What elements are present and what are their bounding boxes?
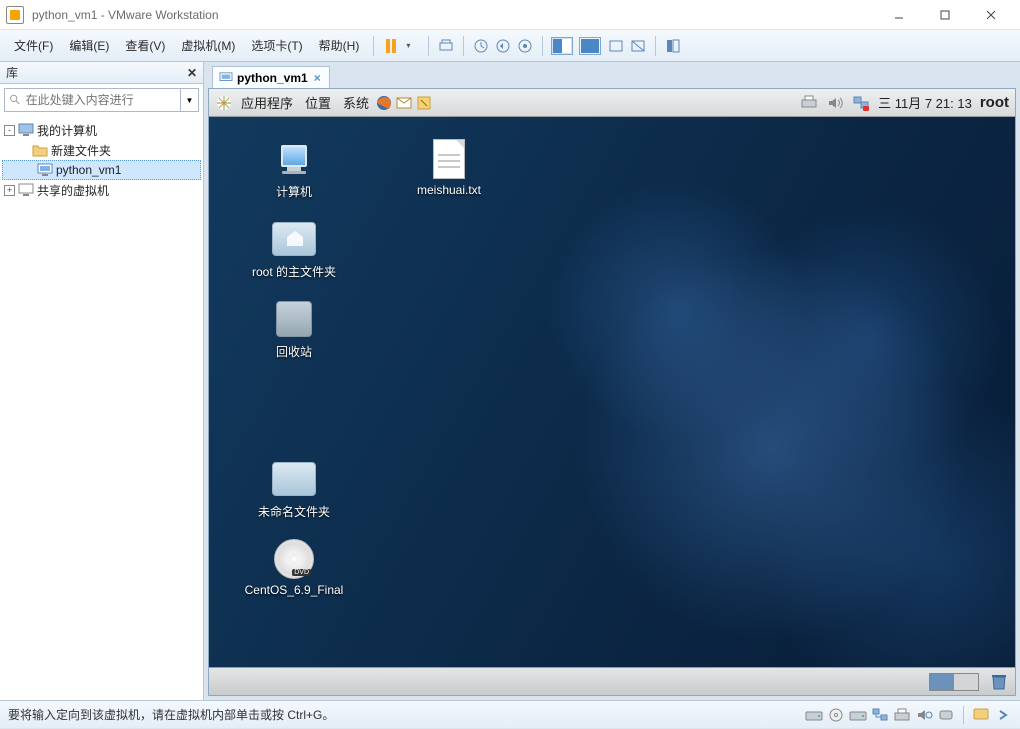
desktop-icon-home[interactable]: root 的主文件夹 [249, 217, 339, 280]
desktop-icon-computer[interactable]: 计算机 [249, 137, 339, 200]
window-minimize-button[interactable] [876, 0, 922, 30]
snapshot-manager-icon[interactable] [516, 37, 534, 55]
firefox-icon[interactable] [375, 94, 393, 112]
tree-collapse-icon[interactable]: - [4, 125, 15, 136]
volume-icon[interactable] [826, 94, 844, 112]
view-unity-icon[interactable] [607, 37, 625, 55]
view-stretch-icon[interactable] [629, 37, 647, 55]
status-bar: 要将输入定向到该虚拟机，请在虚拟机内部单击或按 Ctrl+G。 [0, 700, 1020, 728]
tree-shared-vms[interactable]: + 共享的虚拟机 [2, 180, 201, 200]
view-console-button[interactable] [551, 37, 573, 55]
vm-icon [37, 163, 53, 177]
desktop-icon-unnamed-folder[interactable]: 未命名文件夹 [249, 457, 339, 520]
computer-icon [18, 123, 34, 137]
tab-label: python_vm1 [237, 71, 308, 85]
guest-user-menu[interactable]: root [980, 94, 1009, 111]
vm-icon [219, 72, 233, 84]
guest-menu-applications[interactable]: 应用程序 [235, 93, 299, 112]
view-fullscreen-button[interactable] [579, 37, 601, 55]
panel-trash-icon[interactable] [989, 673, 1009, 691]
library-close-button[interactable]: ✕ [187, 66, 197, 80]
status-cd-icon[interactable] [827, 707, 845, 723]
library-panel: 库 ✕ ▼ - 我的计算机 新建文件夹 python_vm1 [0, 62, 204, 700]
shared-icon [18, 183, 34, 197]
guest-clock[interactable]: 三 11月 7 21: 13 [878, 93, 972, 112]
workspace-switcher[interactable] [929, 673, 979, 691]
library-search-dropdown[interactable]: ▼ [181, 88, 199, 112]
vm-tab-python-vm1[interactable]: python_vm1 × [212, 66, 330, 88]
menu-view[interactable]: 查看(V) [119, 35, 171, 56]
library-tree: - 我的计算机 新建文件夹 python_vm1 + 共享的虚拟机 [0, 116, 203, 204]
icon-label: 未命名文件夹 [249, 503, 339, 520]
tree-my-computer[interactable]: - 我的计算机 [2, 120, 201, 140]
tree-label: 共享的虚拟机 [37, 182, 109, 199]
folder-icon [32, 143, 48, 157]
snapshot-revert-icon[interactable] [494, 37, 512, 55]
send-ctrl-alt-del-icon[interactable] [437, 37, 455, 55]
centos-logo-icon [215, 94, 233, 112]
network-error-icon[interactable] [852, 94, 870, 112]
status-hdd-icon[interactable] [805, 707, 823, 723]
icon-label: CentOS_6.9_Final [239, 583, 349, 597]
menu-file[interactable]: 文件(F) [8, 35, 59, 56]
window-maximize-button[interactable] [922, 0, 968, 30]
tree-new-folder[interactable]: 新建文件夹 [2, 140, 201, 160]
status-chevron-icon[interactable] [994, 707, 1012, 723]
tab-close-button[interactable]: × [312, 71, 323, 85]
status-usb-icon[interactable] [937, 707, 955, 723]
vm-tab-row: python_vm1 × [204, 62, 1020, 88]
search-icon [9, 93, 22, 107]
guest-top-panel: 应用程序 位置 系统 三 11月 7 21: 13 root [209, 89, 1015, 117]
menu-edit[interactable]: 编辑(E) [63, 35, 115, 56]
desktop-icon-dvd[interactable]: CentOS_6.9_Final [239, 537, 349, 597]
pause-icon[interactable] [382, 37, 400, 55]
guest-menu-system[interactable]: 系统 [337, 93, 375, 112]
status-hdd2-icon[interactable] [849, 707, 867, 723]
icon-label: 回收站 [249, 343, 339, 360]
status-printer-icon[interactable] [893, 707, 911, 723]
tree-expand-icon[interactable]: + [4, 185, 15, 196]
vm-console[interactable]: 应用程序 位置 系统 三 11月 7 21: 13 root 计算 [208, 88, 1016, 696]
menubar: 文件(F) 编辑(E) 查看(V) 虚拟机(M) 选项卡(T) 帮助(H) ▾ [0, 30, 1020, 62]
status-message-icon[interactable] [972, 707, 990, 723]
guest-desktop[interactable]: 计算机 meishuai.txt root 的主文件夹 回收站 未命名文件夹 [209, 117, 1015, 667]
window-title: python_vm1 - VMware Workstation [32, 8, 219, 22]
library-search-input[interactable] [26, 93, 176, 107]
desktop-icon-textfile[interactable]: meishuai.txt [404, 137, 494, 197]
window-titlebar: python_vm1 - VMware Workstation [0, 0, 1020, 30]
vmware-logo-icon [6, 6, 24, 24]
menu-tabs[interactable]: 选项卡(T) [245, 35, 308, 56]
icon-label: 计算机 [249, 183, 339, 200]
view-library-icon[interactable] [664, 37, 682, 55]
library-search-box[interactable] [4, 88, 181, 112]
status-network-icon[interactable] [871, 707, 889, 723]
status-sound-icon[interactable] [915, 707, 933, 723]
printer-tray-icon[interactable] [800, 94, 818, 112]
status-text: 要将输入定向到该虚拟机，请在虚拟机内部单击或按 Ctrl+G。 [8, 706, 334, 723]
tree-label: python_vm1 [56, 163, 121, 177]
tree-label: 我的计算机 [37, 122, 97, 139]
mail-icon[interactable] [395, 94, 413, 112]
icon-label: root 的主文件夹 [249, 263, 339, 280]
guest-bottom-panel [209, 667, 1015, 695]
icon-label: meishuai.txt [404, 183, 494, 197]
menu-help[interactable]: 帮助(H) [313, 35, 366, 56]
menu-vm[interactable]: 虚拟机(M) [175, 35, 241, 56]
tree-label: 新建文件夹 [51, 142, 111, 159]
snapshot-take-icon[interactable] [472, 37, 490, 55]
tree-python-vm1[interactable]: python_vm1 [2, 160, 201, 180]
note-icon[interactable] [415, 94, 433, 112]
library-title: 库 [6, 64, 18, 81]
desktop-icon-trash[interactable]: 回收站 [249, 297, 339, 360]
window-close-button[interactable] [968, 0, 1014, 30]
guest-menu-places[interactable]: 位置 [299, 93, 337, 112]
